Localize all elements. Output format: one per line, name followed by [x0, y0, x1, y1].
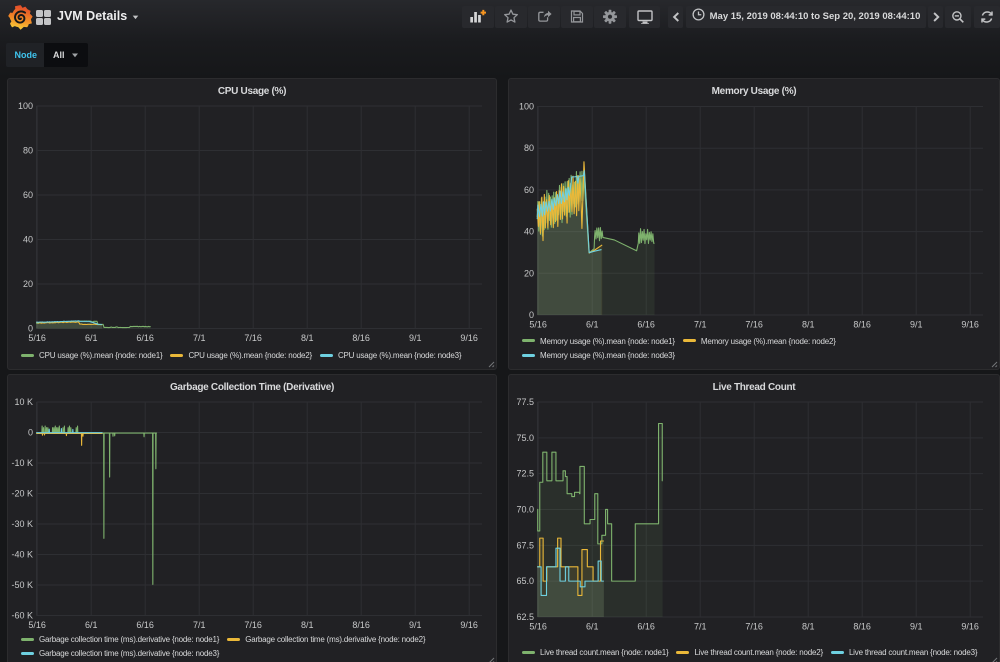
svg-text:0: 0	[28, 324, 33, 334]
svg-text:0: 0	[28, 428, 33, 438]
svg-text:62.5: 62.5	[516, 612, 534, 622]
svg-text:7/1: 7/1	[193, 620, 206, 630]
svg-text:6/16: 6/16	[637, 320, 655, 330]
svg-text:6/1: 6/1	[85, 333, 98, 343]
svg-text:8/16: 8/16	[352, 620, 370, 630]
svg-text:9/16: 9/16	[961, 622, 979, 632]
svg-text:9/16: 9/16	[460, 620, 478, 630]
svg-text:9/16: 9/16	[961, 320, 979, 330]
svg-text:60: 60	[23, 190, 33, 200]
svg-text:65.0: 65.0	[516, 576, 534, 586]
svg-text:-10 K: -10 K	[11, 458, 33, 468]
svg-text:9/1: 9/1	[910, 320, 923, 330]
svg-text:7/1: 7/1	[694, 320, 707, 330]
svg-text:8/16: 8/16	[352, 333, 370, 343]
svg-text:6/1: 6/1	[85, 620, 98, 630]
svg-text:6/16: 6/16	[637, 622, 655, 632]
svg-text:5/16: 5/16	[529, 622, 547, 632]
svg-text:7/16: 7/16	[244, 620, 262, 630]
svg-text:7/16: 7/16	[745, 622, 763, 632]
svg-text:9/16: 9/16	[460, 333, 478, 343]
svg-text:5/16: 5/16	[529, 320, 547, 330]
svg-text:8/16: 8/16	[853, 320, 871, 330]
svg-text:80: 80	[524, 143, 534, 153]
svg-text:6/16: 6/16	[136, 333, 154, 343]
svg-text:-50 K: -50 K	[11, 580, 33, 590]
svg-text:7/1: 7/1	[193, 333, 206, 343]
svg-text:40: 40	[524, 227, 534, 237]
svg-text:40: 40	[23, 235, 33, 245]
svg-text:80: 80	[23, 146, 33, 156]
svg-text:5/16: 5/16	[28, 620, 46, 630]
svg-text:6/16: 6/16	[136, 620, 154, 630]
svg-text:7/16: 7/16	[745, 320, 763, 330]
svg-text:7/16: 7/16	[244, 333, 262, 343]
svg-text:7/1: 7/1	[694, 622, 707, 632]
svg-text:8/1: 8/1	[301, 333, 314, 343]
svg-text:6/1: 6/1	[586, 622, 599, 632]
svg-text:9/1: 9/1	[409, 333, 422, 343]
svg-text:100: 100	[519, 102, 534, 112]
svg-text:20: 20	[524, 268, 534, 278]
svg-text:9/1: 9/1	[409, 620, 422, 630]
svg-text:8/1: 8/1	[301, 620, 314, 630]
svg-text:-20 K: -20 K	[11, 489, 33, 499]
svg-text:6/1: 6/1	[586, 320, 599, 330]
svg-text:8/1: 8/1	[802, 622, 815, 632]
svg-text:-60 K: -60 K	[11, 611, 33, 621]
svg-text:75.0: 75.0	[516, 433, 534, 443]
svg-text:72.5: 72.5	[516, 469, 534, 479]
svg-text:0: 0	[529, 310, 534, 320]
svg-text:8/1: 8/1	[802, 320, 815, 330]
svg-text:20: 20	[23, 279, 33, 289]
svg-text:70.0: 70.0	[516, 504, 534, 514]
svg-text:10 K: 10 K	[14, 397, 33, 407]
svg-text:8/16: 8/16	[853, 622, 871, 632]
svg-text:5/16: 5/16	[28, 333, 46, 343]
svg-text:67.5: 67.5	[516, 540, 534, 550]
svg-text:60: 60	[524, 185, 534, 195]
svg-text:9/1: 9/1	[910, 622, 923, 632]
svg-text:-40 K: -40 K	[11, 550, 33, 560]
svg-text:77.5: 77.5	[516, 397, 534, 407]
svg-text:-30 K: -30 K	[11, 519, 33, 529]
svg-text:100: 100	[18, 101, 33, 111]
